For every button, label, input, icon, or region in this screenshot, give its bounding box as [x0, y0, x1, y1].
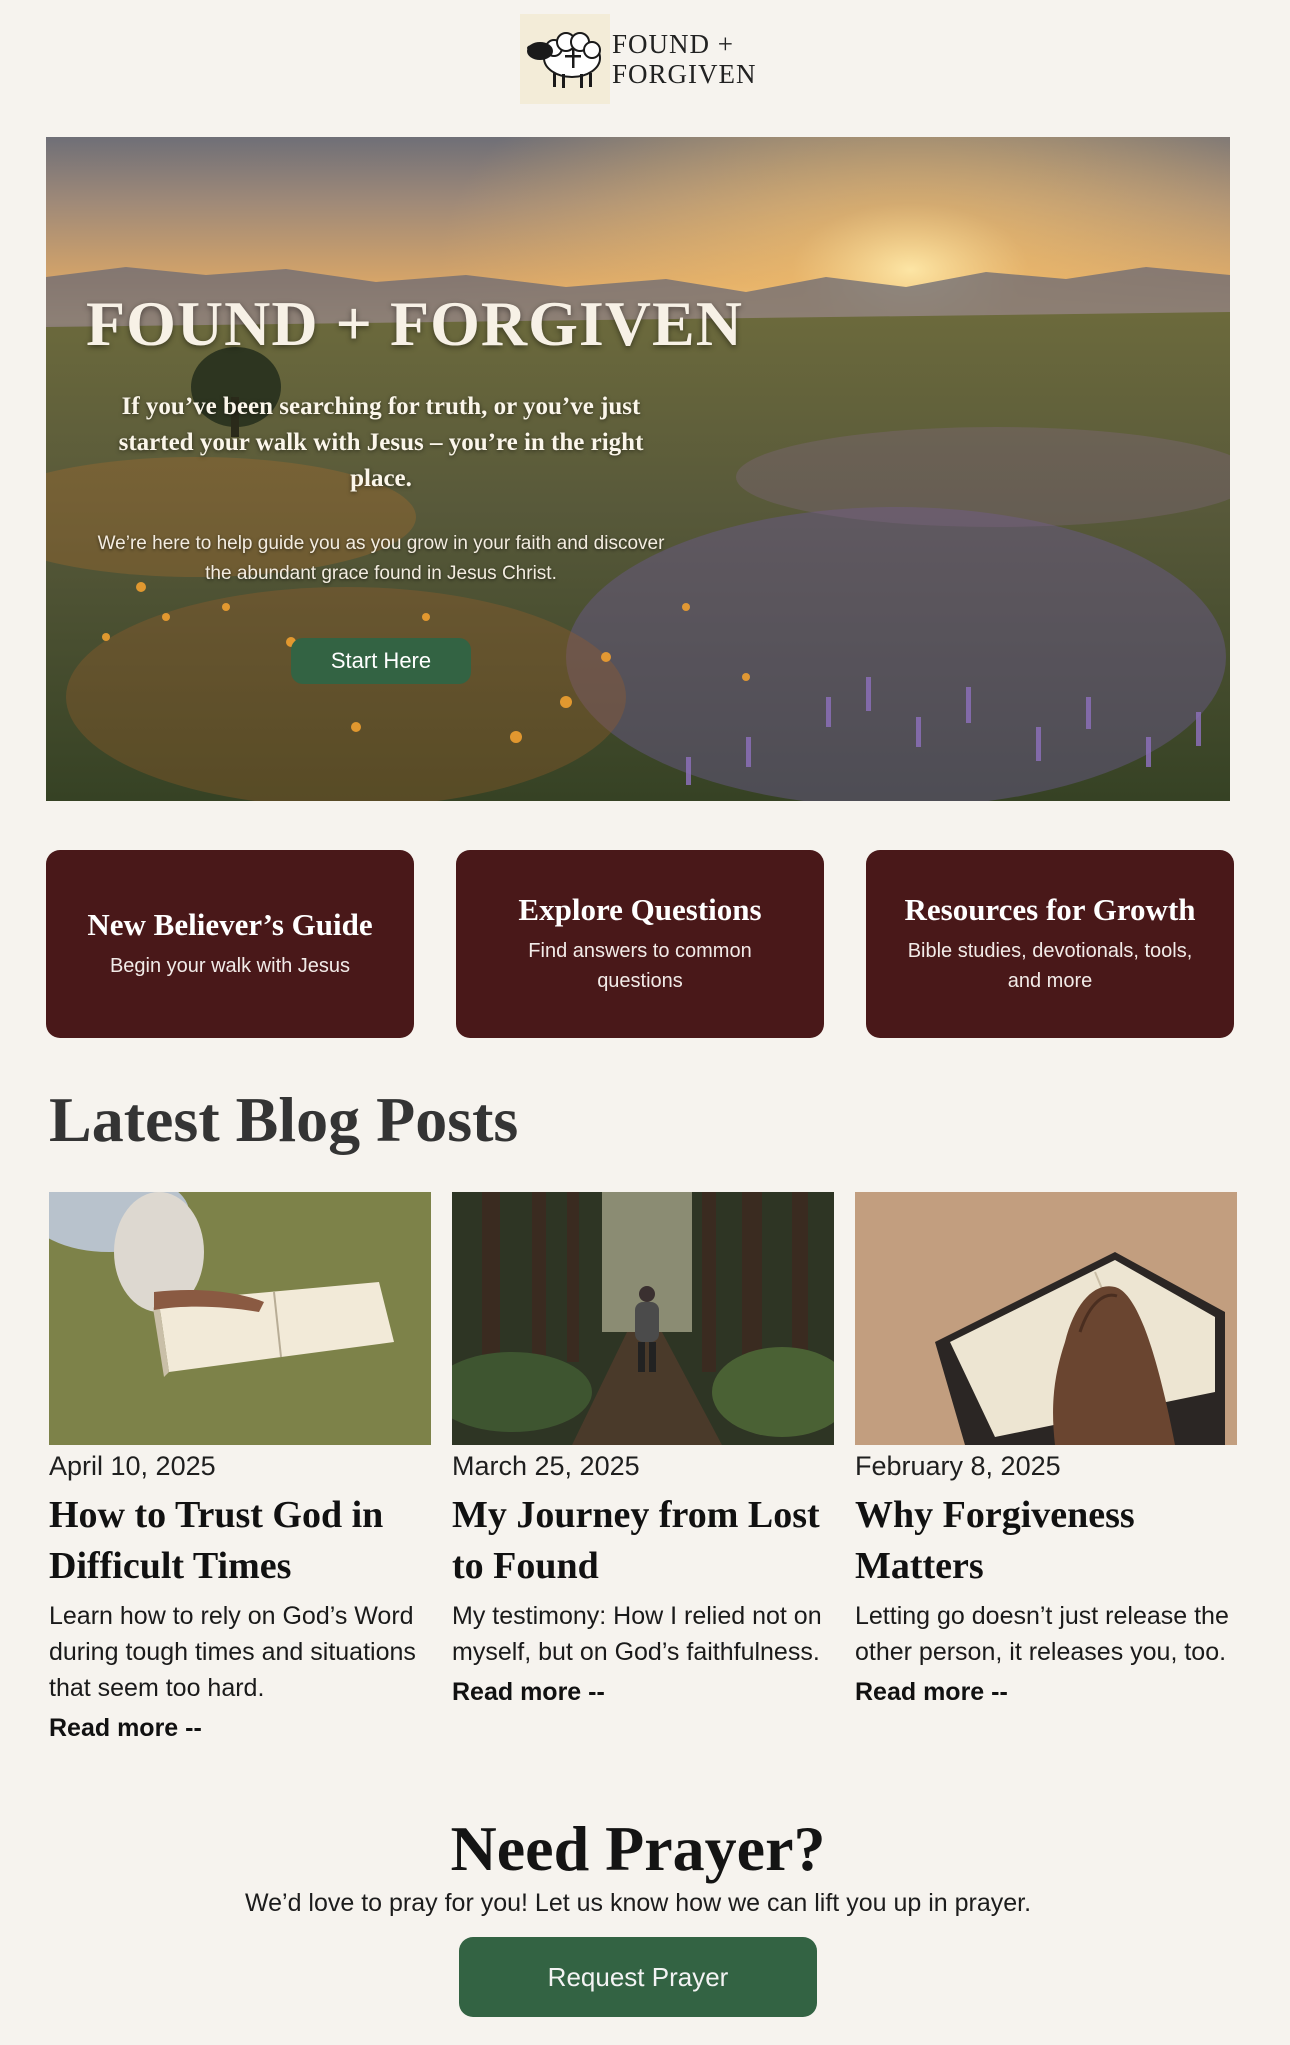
- card-explore-questions[interactable]: Explore Questions Find answers to common…: [456, 850, 824, 1038]
- card-title: Resources for Growth: [904, 892, 1196, 927]
- post-title[interactable]: How to Trust God in Difficult Times: [49, 1490, 431, 1592]
- post-title[interactable]: Why Forgiveness Matters: [855, 1490, 1237, 1592]
- sheep-cross-icon: [520, 14, 610, 104]
- card-new-believers-guide[interactable]: New Believer’s Guide Begin your walk wit…: [46, 850, 414, 1038]
- card-title: Explore Questions: [518, 892, 762, 927]
- start-here-button[interactable]: Start Here: [291, 638, 471, 684]
- post-image-bible-grass[interactable]: [49, 1192, 431, 1445]
- blog-post-card: April 10, 2025 How to Trust God in Diffi…: [49, 1192, 431, 1743]
- hero-title: FOUND + FORGIVEN: [86, 288, 743, 359]
- hero-body-text: We’re here to help guide you as you grow…: [97, 533, 665, 584]
- post-image-praying-hands[interactable]: [855, 1192, 1237, 1445]
- logo-line-1: FOUND +: [612, 29, 734, 59]
- request-prayer-button[interactable]: Request Prayer: [459, 1937, 817, 2017]
- read-more-link[interactable]: Read more --: [855, 1678, 1237, 1707]
- post-excerpt: Letting go doesn’t just release the othe…: [855, 1602, 1229, 1666]
- card-description: Find answers to common questions: [528, 940, 752, 992]
- post-date: April 10, 2025: [49, 1451, 216, 1481]
- blog-post-card: March 25, 2025 My Journey from Lost to F…: [452, 1192, 834, 1707]
- post-excerpt: My testimony: How I relied not on myself…: [452, 1602, 822, 1666]
- blog-post-card: February 8, 2025 Why Forgiveness Matters…: [855, 1192, 1237, 1707]
- hero-banner: FOUND + FORGIVEN If you’ve been searchin…: [46, 137, 1230, 801]
- read-more-link[interactable]: Read more --: [49, 1714, 431, 1743]
- site-logo[interactable]: FOUND + FORGIVEN: [520, 14, 757, 104]
- post-image-forest-path[interactable]: [452, 1192, 834, 1445]
- blog-section-title: Latest Blog Posts: [49, 1084, 519, 1155]
- post-title[interactable]: My Journey from Lost to Found: [452, 1490, 834, 1592]
- hero-subtitle: If you’ve been searching for truth, or y…: [118, 393, 644, 492]
- post-date: February 8, 2025: [855, 1451, 1061, 1481]
- card-title: New Believer’s Guide: [87, 907, 373, 942]
- logo-text: FOUND + FORGIVEN: [612, 29, 757, 89]
- post-date: March 25, 2025: [452, 1451, 640, 1481]
- card-description: Bible studies, devotionals, tools, and m…: [907, 940, 1193, 992]
- card-resources-for-growth[interactable]: Resources for Growth Bible studies, devo…: [866, 850, 1234, 1038]
- prayer-text: We’d love to pray for you! Let us know h…: [244, 1889, 1032, 1917]
- card-description: Begin your walk with Jesus: [109, 955, 351, 977]
- read-more-link[interactable]: Read more --: [452, 1678, 834, 1707]
- logo-line-2: FORGIVEN: [612, 59, 757, 89]
- post-excerpt: Learn how to rely on God’s Word during t…: [49, 1602, 416, 1702]
- prayer-title: Need Prayer?: [450, 1813, 826, 1884]
